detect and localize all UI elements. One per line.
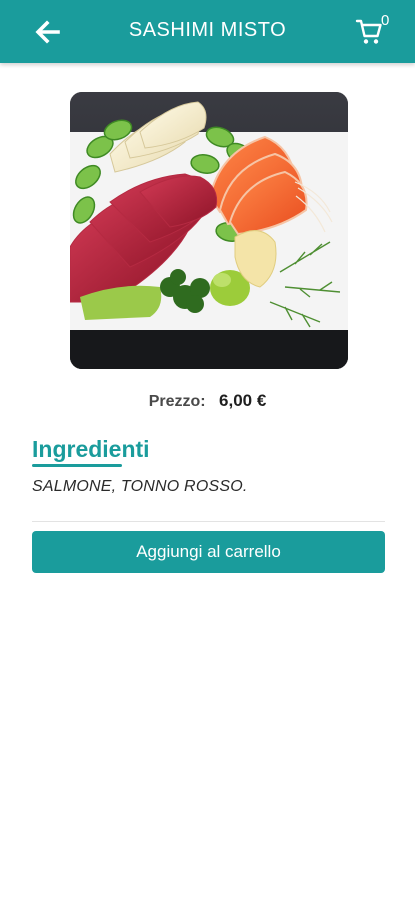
price-row: Prezzo: 6,00 €: [0, 391, 415, 411]
cart-button[interactable]: 0: [352, 12, 402, 50]
cart-count-badge: 0: [381, 12, 390, 29]
add-to-cart-button[interactable]: Aggiungi al carrello: [32, 531, 385, 573]
divider: [32, 521, 385, 522]
ingredients-underline: [32, 464, 122, 467]
price-label: Prezzo:: [148, 393, 206, 410]
shopping-cart-icon: [355, 19, 382, 44]
product-image: [70, 92, 348, 369]
app-bar: SASHIMI MISTO 0: [0, 0, 415, 63]
price-value: 6,00 €: [219, 391, 267, 410]
ingredients-title: Ingredienti: [32, 436, 150, 462]
ingredients-text: SALMONE, TONNO ROSSO.: [32, 478, 248, 495]
